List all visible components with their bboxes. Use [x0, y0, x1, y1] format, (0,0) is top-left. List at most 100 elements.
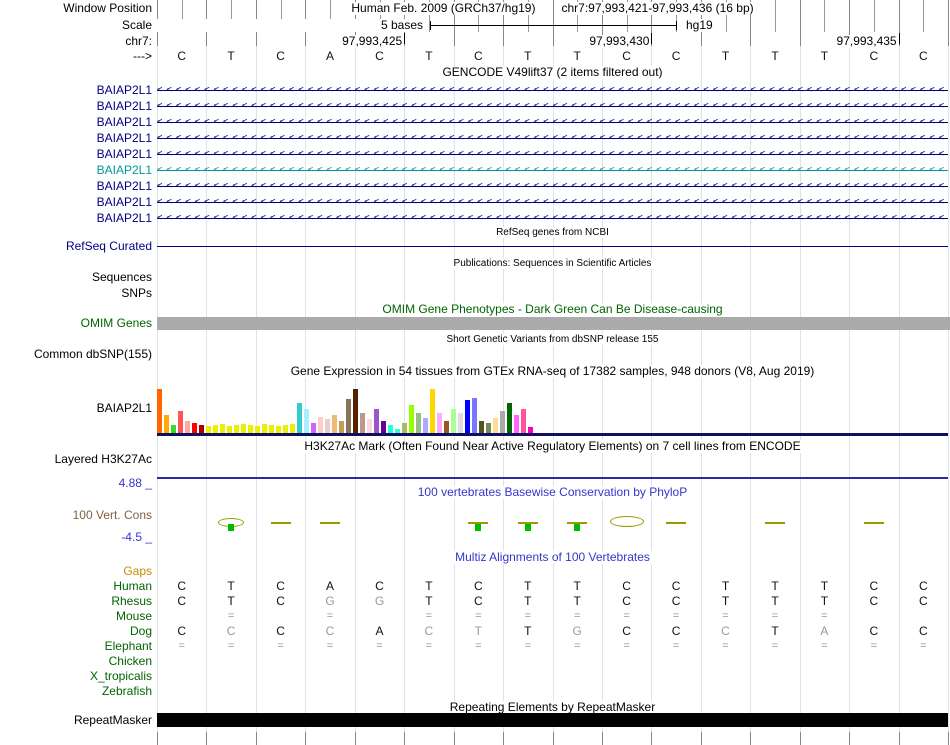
gene-track-label[interactable]: BAIAP2L1: [0, 148, 152, 161]
gene-transcript-row[interactable]: <<<<<<<<<<<<<<<<<<<<<<<<<<<<<<<<<<<<<<<<…: [157, 180, 948, 193]
alignment-base: =: [277, 640, 284, 652]
strand-arrows: <<<<<<<<<<<<<<<<<<<<<<<<<<<<<<<<<<<<<<<<…: [157, 117, 948, 127]
ruler-base: T: [425, 49, 433, 63]
gtex-bar: [507, 403, 512, 433]
gene-transcript-row[interactable]: <<<<<<<<<<<<<<<<<<<<<<<<<<<<<<<<<<<<<<<<…: [157, 116, 948, 129]
gtex-bar: [318, 417, 323, 433]
alignment-base: C: [473, 594, 483, 608]
strand-arrows: <<<<<<<<<<<<<<<<<<<<<<<<<<<<<<<<<<<<<<<<…: [157, 149, 948, 159]
gene-track-label[interactable]: BAIAP2L1: [0, 116, 152, 129]
alignment-base: =: [672, 640, 680, 652]
alignment-base: C: [918, 594, 928, 608]
alignment-base: C: [918, 579, 928, 593]
gene-transcript-row[interactable]: <<<<<<<<<<<<<<<<<<<<<<<<<<<<<<<<<<<<<<<<…: [157, 132, 948, 145]
alignment-base: C: [177, 624, 187, 638]
gene-track-label[interactable]: BAIAP2L1: [0, 100, 152, 113]
ruler-base: T: [771, 49, 779, 63]
gtex-bar: [479, 421, 484, 433]
alignment-base: C: [869, 579, 879, 593]
species-label-mouse[interactable]: Mouse: [0, 610, 152, 623]
gene-transcript-row[interactable]: <<<<<<<<<<<<<<<<<<<<<<<<<<<<<<<<<<<<<<<<…: [157, 148, 948, 161]
alignment-base: =: [425, 640, 433, 652]
ruler-base: C: [177, 49, 187, 63]
alignment-base: =: [475, 610, 482, 622]
species-label-zebrafish[interactable]: Zebrafish: [0, 685, 152, 698]
alignment-base: G: [374, 594, 385, 608]
alignment-base: =: [870, 640, 877, 652]
gtex-bar: [220, 424, 225, 433]
gtex-bar: [199, 425, 204, 433]
alignment-base: T: [227, 579, 235, 593]
species-label-human[interactable]: Human: [0, 580, 152, 593]
alignment-base: T: [771, 594, 779, 608]
species-label-x_tropicalis[interactable]: X_tropicalis: [0, 670, 152, 683]
alignment-base: C: [671, 594, 681, 608]
alignment-base: =: [771, 610, 779, 622]
alignment-base: =: [722, 610, 729, 622]
gene-transcript-row[interactable]: <<<<<<<<<<<<<<<<<<<<<<<<<<<<<<<<<<<<<<<<…: [157, 164, 948, 177]
gtex-bar: [374, 409, 379, 433]
species-label-elephant[interactable]: Elephant: [0, 640, 152, 653]
conservation-mark-bar: [228, 524, 235, 531]
alignment-base: C: [177, 579, 187, 593]
alignment-base: C: [177, 594, 187, 608]
gene-transcript-row[interactable]: <<<<<<<<<<<<<<<<<<<<<<<<<<<<<<<<<<<<<<<<…: [157, 196, 948, 209]
gtex-bar: [458, 413, 463, 433]
gtex-bar: [353, 389, 358, 433]
gene-track-label[interactable]: BAIAP2L1: [0, 212, 152, 225]
gtex-bar: [276, 426, 281, 433]
conservation-mark-bar: [524, 524, 531, 531]
gene-track-label[interactable]: BAIAP2L1: [0, 164, 152, 177]
alignment-base: =: [227, 640, 235, 652]
alignment-base: T: [573, 579, 581, 593]
ruler-base: T: [227, 49, 235, 63]
species-label-chicken[interactable]: Chicken: [0, 655, 152, 668]
alignment-base: =: [573, 640, 581, 652]
ruler-base: C: [473, 49, 483, 63]
gene-transcript-row[interactable]: <<<<<<<<<<<<<<<<<<<<<<<<<<<<<<<<<<<<<<<<…: [157, 212, 948, 225]
alignment-base: C: [276, 579, 285, 593]
ruler-base: T: [524, 49, 532, 63]
conservation-mark-dash: [270, 522, 291, 524]
ruler-base: A: [325, 49, 334, 63]
alignment-base: =: [475, 640, 482, 652]
gtex-bar: [493, 418, 498, 433]
gtex-bar: [465, 400, 470, 433]
species-label-dog[interactable]: Dog: [0, 625, 152, 638]
alignment-base: T: [573, 594, 581, 608]
coordinate-tick: [404, 33, 406, 44]
gtex-bar: [192, 423, 197, 433]
gtex-bar: [241, 424, 246, 433]
gtex-bar: [325, 419, 330, 433]
gtex-bar: [388, 425, 393, 433]
species-label-rhesus[interactable]: Rhesus: [0, 595, 152, 608]
alignment-base: C: [424, 624, 434, 638]
alignment-base: C: [869, 624, 879, 638]
gene-track-label[interactable]: BAIAP2L1: [0, 132, 152, 145]
gene-transcript-row[interactable]: <<<<<<<<<<<<<<<<<<<<<<<<<<<<<<<<<<<<<<<<…: [157, 100, 948, 113]
ucsc-genome-browser: Window Position Human Feb. 2009 (GRCh37/…: [0, 0, 950, 745]
strand-arrows: <<<<<<<<<<<<<<<<<<<<<<<<<<<<<<<<<<<<<<<<…: [157, 213, 948, 223]
coordinate-value: 97,993,435: [812, 35, 897, 48]
gene-track-label[interactable]: BAIAP2L1: [0, 196, 152, 209]
conservation-mark-dash: [666, 522, 687, 524]
gtex-bar: [416, 413, 421, 433]
alignment-base: T: [721, 579, 730, 593]
alignment-base: C: [375, 579, 384, 593]
alignment-base: =: [821, 610, 828, 622]
strand-arrows: <<<<<<<<<<<<<<<<<<<<<<<<<<<<<<<<<<<<<<<<…: [157, 85, 948, 95]
strand-arrows: <<<<<<<<<<<<<<<<<<<<<<<<<<<<<<<<<<<<<<<<…: [157, 181, 948, 191]
alignment-base: =: [672, 610, 680, 622]
strand-arrows: <<<<<<<<<<<<<<<<<<<<<<<<<<<<<<<<<<<<<<<<…: [157, 101, 948, 111]
gtex-bar: [423, 418, 428, 433]
gene-transcript-row[interactable]: <<<<<<<<<<<<<<<<<<<<<<<<<<<<<<<<<<<<<<<<…: [157, 84, 948, 97]
alignment-base: =: [376, 640, 383, 652]
alignment-base: T: [771, 579, 779, 593]
gtex-expression-chart[interactable]: [157, 388, 948, 433]
alignment-base: C: [918, 624, 928, 638]
alignment-base: T: [721, 594, 730, 608]
gene-track-label[interactable]: BAIAP2L1: [0, 180, 152, 193]
gene-track-label[interactable]: BAIAP2L1: [0, 84, 152, 97]
gtex-bar: [255, 426, 260, 433]
gtex-bar: [262, 424, 267, 433]
